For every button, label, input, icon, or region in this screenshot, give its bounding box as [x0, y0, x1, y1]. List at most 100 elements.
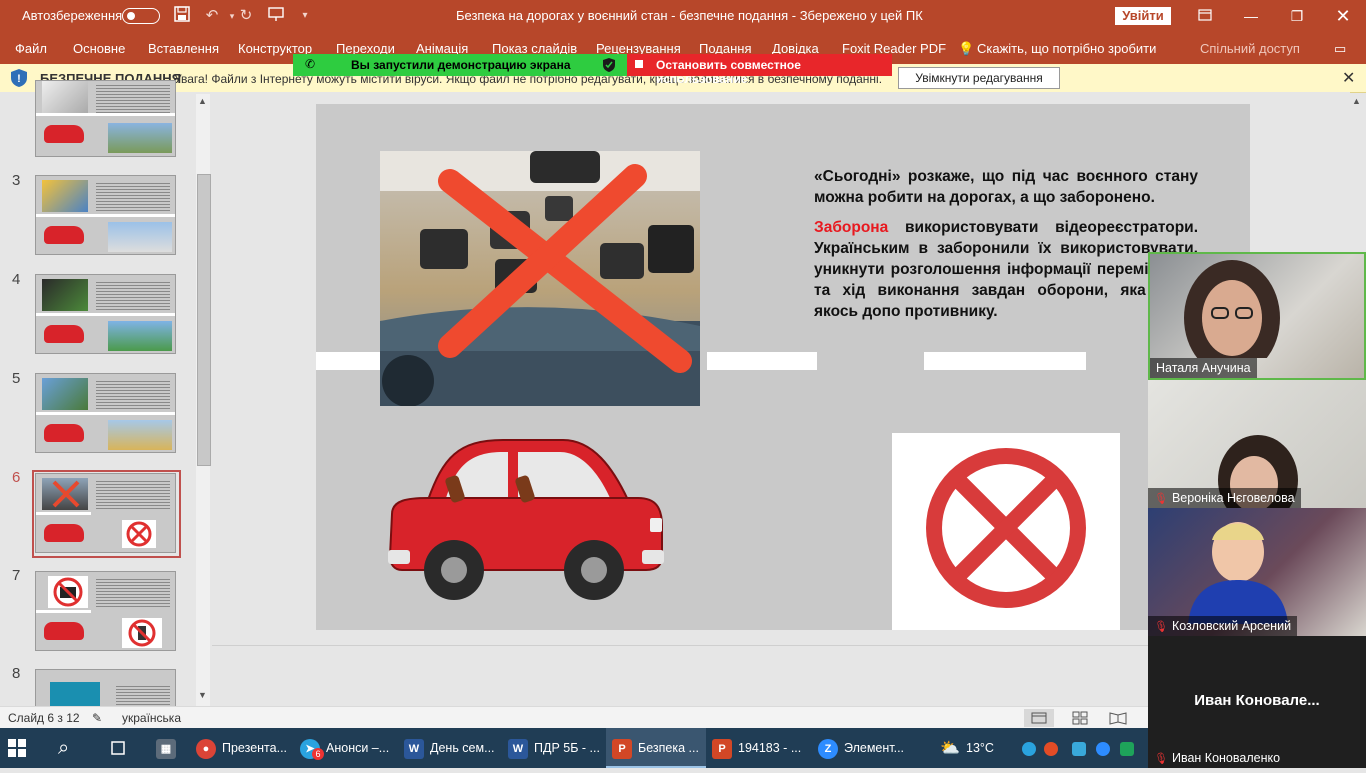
thumb-text [96, 83, 170, 113]
taskbar-item-zoom[interactable]: Z Элемент... [818, 728, 918, 768]
enable-editing-button[interactable]: Увімкнути редагування [898, 67, 1060, 89]
taskbar-item-chrome[interactable]: ● Презента... [196, 728, 294, 768]
slide-sorter-icon[interactable] [1066, 709, 1094, 727]
screen-share-status: ✆ Вы запустили демонстрацию экрана [293, 54, 627, 76]
muted-mic-icon: 🎙 [1154, 621, 1168, 633]
sign-in-button[interactable]: Увійти [1115, 7, 1171, 25]
thumb-text [96, 379, 170, 409]
autosave-label: Автозбереження [22, 8, 123, 23]
thumb-image [50, 682, 100, 707]
tab-home[interactable]: Основне [73, 32, 125, 66]
tray-icon[interactable] [1044, 728, 1060, 768]
participant-tile[interactable]: Наталя Анучина [1148, 252, 1366, 380]
zoom-icon: Z [818, 738, 838, 759]
screen-share-status-text: Вы запустили демонстрацию экрана [351, 58, 571, 72]
car-icon [44, 424, 84, 442]
thumb-divider [36, 214, 175, 217]
tray-icon[interactable] [1022, 728, 1038, 768]
customize-icon[interactable]: ▾ [295, 6, 315, 26]
video-conference-panel: Наталя Анучина 🎙 Вероніка Нєговелова 🎙 Коз… [1148, 252, 1366, 768]
slide-thumbnail-5[interactable] [35, 373, 176, 453]
minimize-icon[interactable]: — [1228, 0, 1274, 32]
phone-icon: ✆ [305, 57, 316, 71]
participant-display-name: Иван Коновале... [1194, 692, 1320, 709]
participant-tile[interactable]: Иван Коновале... 🎙 Иван Коноваленко [1148, 636, 1366, 768]
tab-insert[interactable]: Вставлення [148, 32, 219, 66]
spellcheck-icon[interactable]: ✎ [92, 711, 102, 725]
presenter-icon[interactable] [266, 6, 286, 26]
stop-sharing-button[interactable]: Остановить совместное использование [627, 54, 892, 86]
no-stopping-sign-icon [122, 520, 156, 548]
slide-thumbnail-4[interactable] [35, 274, 176, 354]
car-icon [44, 524, 84, 542]
search-icon[interactable]: ⌕ [58, 728, 88, 768]
close-icon[interactable]: ✕ [1342, 68, 1355, 88]
save-icon[interactable] [172, 6, 192, 26]
slide-number: 7 [12, 567, 21, 584]
slide-thumbnail-7[interactable] [35, 571, 176, 651]
taskbar-item-powerpoint-2[interactable]: P 194183 - ... [712, 728, 812, 768]
slide-number: 8 [12, 665, 21, 682]
comments-icon[interactable]: ▭ [1334, 32, 1346, 66]
autosave-toggle[interactable] [122, 8, 160, 24]
slide-number: 4 [12, 271, 21, 288]
car-icon [44, 622, 84, 640]
taskbar-item-word-2[interactable]: W ПДР 5Б - ... [508, 728, 606, 768]
reading-view-icon[interactable] [1104, 709, 1132, 727]
scroll-up-icon[interactable]: ▲ [1352, 96, 1361, 106]
participant-tile[interactable]: 🎙 Козловский Арсений [1148, 508, 1366, 636]
scroll-up-icon[interactable]: ▲ [198, 96, 207, 106]
ban-word: Заборона [814, 219, 889, 236]
slide-number-selected: 6 [12, 469, 21, 486]
weather-widget[interactable]: ⛅ 13°C [940, 728, 1010, 768]
redo-icon[interactable]: ↻ [236, 6, 256, 26]
slide-text-box[interactable]: «Сьогодні» розкаже, що під час воєнного … [814, 166, 1198, 331]
road-line [316, 352, 380, 370]
undo-icon[interactable]: ↶ [202, 6, 222, 26]
thumb-image [42, 81, 88, 113]
ribbon-display-icon[interactable] [1182, 0, 1228, 32]
taskbar-item-label: Анонси –... [326, 741, 390, 755]
no-stopping-sign-image [892, 433, 1120, 630]
taskbar-item-powerpoint-active[interactable]: P Безпека ... [606, 728, 706, 768]
scroll-down-icon[interactable]: ▼ [198, 690, 207, 700]
tray-icon[interactable] [1096, 728, 1112, 768]
thumb-divider [36, 610, 91, 613]
share-button[interactable]: Спільний доступ [1200, 32, 1300, 66]
slide-counter: Слайд 6 з 12 [8, 711, 80, 725]
taskbar-item-telegram[interactable]: ➤ Анонси –... 6 [300, 728, 398, 768]
thumb-divider [36, 113, 175, 116]
slide-thumbnail-2[interactable] [35, 80, 176, 157]
slide-thumbnail-6[interactable] [35, 473, 176, 553]
slide-thumbnail-3[interactable] [35, 175, 176, 255]
thumb-divider [36, 313, 175, 316]
calculator-icon[interactable]: ▦ [156, 728, 180, 768]
taskbar-item-label: Элемент... [844, 741, 905, 755]
car-icon [44, 226, 84, 244]
thumb-text [96, 577, 170, 607]
car-icon [44, 325, 84, 343]
tray-icon[interactable] [1120, 728, 1136, 768]
thumb-image [108, 321, 172, 351]
task-view-icon[interactable] [108, 728, 132, 768]
weather-cloud-icon: ⛅ [940, 739, 960, 757]
taskbar-item-word-1[interactable]: W День сем... [404, 728, 502, 768]
participant-name: Вероніка Нєговелова [1171, 491, 1295, 505]
svg-text:!: ! [17, 73, 21, 85]
participant-name: Иван Коноваленко [1171, 751, 1281, 765]
thumb-image [42, 478, 88, 510]
close-icon[interactable]: ✕ [1320, 0, 1366, 32]
normal-view-icon[interactable] [1024, 709, 1054, 727]
tab-file[interactable]: Файл [15, 32, 47, 66]
muted-mic-icon: 🎙 [1154, 753, 1168, 765]
slide-thumbnail-8[interactable] [35, 669, 176, 707]
tell-me-search[interactable]: Скажіть, що потрібно зробити [977, 32, 1156, 66]
thumbnail-scrollbar-thumb[interactable] [197, 174, 211, 466]
thumb-text [96, 280, 170, 310]
restore-icon[interactable]: ❐ [1274, 0, 1320, 32]
participant-tile[interactable]: 🎙 Вероніка Нєговелова [1148, 380, 1366, 508]
language-indicator[interactable]: українська [122, 711, 181, 725]
tray-icon[interactable] [1072, 728, 1088, 768]
windows-start-icon[interactable] [8, 728, 40, 768]
no-camera-sign-icon [48, 576, 88, 608]
